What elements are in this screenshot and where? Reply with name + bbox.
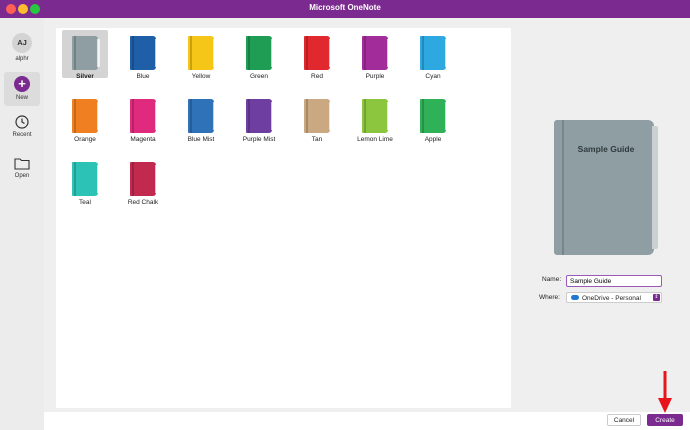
notebook-cover-icon [188, 36, 216, 70]
color-label: Yellow [191, 73, 211, 80]
color-option-lemon-lime[interactable]: Lemon Lime [352, 93, 398, 143]
color-option-red-chalk[interactable]: Red Chalk [120, 156, 166, 206]
color-label: Cyan [425, 73, 441, 80]
cancel-button[interactable]: Cancel [607, 414, 641, 426]
title-bar: Microsoft OneNote [0, 0, 690, 18]
user-name: alphr [15, 56, 29, 62]
color-option-orange[interactable]: Orange [62, 93, 108, 143]
color-option-tan[interactable]: Tan [294, 93, 340, 143]
notebook-cover-icon [246, 36, 274, 70]
color-label: Tan [311, 136, 323, 143]
color-label: Blue Mist [187, 136, 215, 143]
avatar: AJ [12, 33, 32, 53]
chevron-updown-icon: ⇕ [653, 294, 660, 301]
notebook-cover-icon [246, 99, 274, 133]
folder-icon [14, 158, 30, 170]
color-option-yellow[interactable]: Yellow [178, 30, 224, 80]
sidebar-item-label: New [15, 95, 28, 101]
notebook-cover-icon [72, 36, 100, 70]
location-select[interactable]: OneDrive - Personal ⇕ [566, 292, 662, 303]
color-label: Red Chalk [127, 199, 159, 206]
onedrive-cloud-icon [571, 295, 579, 300]
notebook-cover-icon [420, 99, 448, 133]
notebook-name-input[interactable] [566, 275, 662, 287]
color-option-blue[interactable]: Blue [120, 30, 166, 80]
sidebar-item-label: Open [14, 173, 30, 179]
sidebar-item-label: Recent [12, 132, 32, 138]
color-option-cyan[interactable]: Cyan [410, 30, 456, 80]
color-label: Red [311, 73, 323, 80]
notebook-cover-icon [130, 162, 158, 196]
notebook-color-grid: Silver Blue Yellow Green Red Purple Cyan Orange… [56, 28, 511, 408]
color-label: Purple [365, 73, 385, 80]
location-value: OneDrive - Personal [582, 294, 641, 302]
color-option-apple[interactable]: Apple [410, 93, 456, 143]
color-option-magenta[interactable]: Magenta [120, 93, 166, 143]
color-label: Purple Mist [242, 136, 276, 143]
create-button[interactable]: Create [647, 414, 683, 426]
sidebar: AJ alphr + New Recent Open [0, 18, 44, 430]
account-button[interactable]: AJ alphr [0, 33, 44, 62]
sidebar-item-new[interactable]: + New [4, 72, 40, 106]
color-label: Magenta [130, 136, 156, 143]
notebook-cover-icon [362, 36, 390, 70]
color-option-blue-mist[interactable]: Blue Mist [178, 93, 224, 143]
color-option-purple[interactable]: Purple [352, 30, 398, 80]
bottom-bar [44, 412, 690, 430]
clock-icon [15, 115, 29, 129]
window-title: Microsoft OneNote [309, 3, 381, 12]
plus-circle-icon: + [14, 76, 30, 92]
color-label: Silver [76, 73, 94, 80]
notebook-cover-icon [304, 36, 332, 70]
preview-title: Sample Guide [577, 144, 635, 154]
notebook-cover-icon [188, 99, 216, 133]
color-option-teal[interactable]: Teal [62, 156, 108, 206]
color-option-green[interactable]: Green [236, 30, 282, 80]
color-option-silver[interactable]: Silver [62, 30, 108, 80]
red-arrow-annotation [658, 371, 672, 413]
notebook-cover-icon [304, 99, 332, 133]
color-option-purple-mist[interactable]: Purple Mist [236, 93, 282, 143]
color-label: Lemon Lime [357, 136, 393, 143]
notebook-cover-icon [362, 99, 390, 133]
notebook-cover-icon [72, 99, 100, 133]
where-label: Where: [539, 294, 560, 301]
color-label: Green [249, 73, 269, 80]
color-label: Orange [74, 136, 96, 143]
notebook-preview: Sample Guide [554, 120, 658, 255]
notebook-cover-icon [130, 36, 158, 70]
sidebar-item-recent[interactable]: Recent [0, 115, 44, 138]
color-option-red[interactable]: Red [294, 30, 340, 80]
color-label: Apple [424, 136, 442, 143]
notebook-cover-icon [130, 99, 158, 133]
notebook-cover-icon [72, 162, 100, 196]
color-label: Blue [136, 73, 150, 80]
color-label: Teal [79, 199, 91, 206]
notebook-cover-icon [420, 36, 448, 70]
name-label: Name: [542, 276, 562, 283]
sidebar-item-open[interactable]: Open [0, 157, 44, 179]
